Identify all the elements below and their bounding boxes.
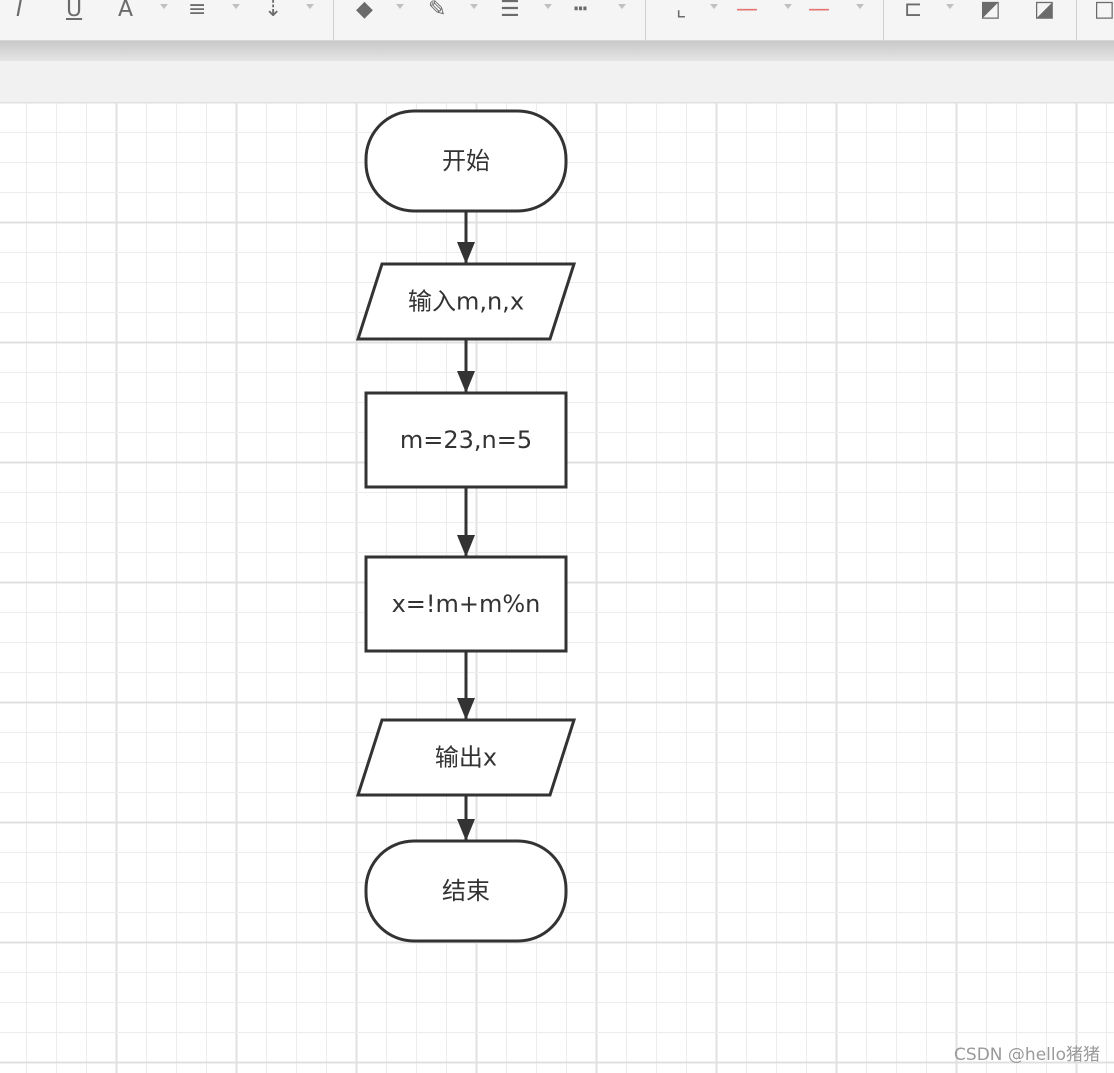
node-input[interactable]: 输入m,n,x	[355, 262, 577, 341]
toolbar-divider	[0, 41, 1114, 61]
node-compute[interactable]: x=!m+m%n	[364, 555, 568, 653]
chevron-down-icon[interactable]	[470, 4, 478, 9]
start-arrow-icon[interactable]: —	[736, 0, 758, 21]
arrowhead	[457, 819, 475, 841]
node-label: 开始	[442, 147, 490, 175]
font-color-icon[interactable]: A	[118, 0, 133, 21]
chevron-down-icon[interactable]	[784, 4, 792, 9]
more-icon[interactable]: □	[1094, 0, 1114, 21]
node-start[interactable]: 开始	[364, 109, 568, 213]
arrowhead	[457, 698, 475, 720]
chevron-down-icon[interactable]	[544, 4, 552, 9]
node-label: 结束	[442, 877, 490, 905]
italic-icon[interactable]: I	[16, 0, 23, 21]
chevron-down-icon[interactable]	[306, 4, 314, 9]
node-label: 输出x	[435, 744, 497, 772]
node-assign[interactable]: m=23,n=5	[364, 391, 568, 489]
send-back-icon[interactable]: ◪	[1034, 0, 1055, 21]
chevron-down-icon[interactable]	[856, 4, 864, 9]
toolbar-separator	[883, 0, 884, 40]
fill-color-icon[interactable]: ◆	[356, 0, 373, 21]
underline-icon[interactable]: U	[66, 0, 82, 21]
align-icon[interactable]: ≡	[188, 0, 206, 21]
toolbar-separator	[333, 0, 334, 40]
connector-icon[interactable]: ⌞	[676, 0, 686, 21]
chevron-down-icon[interactable]	[946, 4, 954, 9]
align-objects-icon[interactable]: ⊏	[904, 0, 922, 21]
chevron-down-icon[interactable]	[618, 4, 626, 9]
bring-front-icon[interactable]: ◩	[980, 0, 1001, 21]
line-color-icon[interactable]: ✎	[428, 0, 446, 21]
end-arrow-icon[interactable]: —	[808, 0, 830, 21]
watermark: CSDN @hello猪猪	[954, 1045, 1100, 1065]
line-width-icon[interactable]: ☰	[500, 0, 520, 21]
node-label: x=!m+m%n	[392, 590, 541, 618]
canvas-header	[0, 61, 1114, 102]
diagram-canvas[interactable]: 开始输入m,n,x m=23,n=5 x=!m+m%n 输出x 结束	[0, 102, 1114, 1073]
chevron-down-icon[interactable]	[396, 4, 404, 9]
node-label: 输入m,n,x	[408, 288, 524, 316]
chevron-down-icon[interactable]	[710, 4, 718, 9]
toolbar-separator	[645, 0, 646, 40]
line-style-icon[interactable]: ┅	[574, 0, 587, 21]
arrowhead	[457, 535, 475, 557]
chevron-down-icon[interactable]	[160, 4, 168, 9]
toolbar: I U A ≡ ⇣ ◆ ✎ ☰ ┅ ⌞ — — ⊏ ◩ ◪ □	[0, 0, 1114, 41]
node-label: m=23,n=5	[400, 426, 532, 454]
node-end[interactable]: 结束	[364, 839, 568, 943]
arrowhead	[457, 371, 475, 393]
toolbar-separator	[1076, 0, 1077, 40]
line-spacing-icon[interactable]: ⇣	[264, 0, 282, 21]
chevron-down-icon[interactable]	[232, 4, 240, 9]
node-output[interactable]: 输出x	[355, 718, 577, 797]
